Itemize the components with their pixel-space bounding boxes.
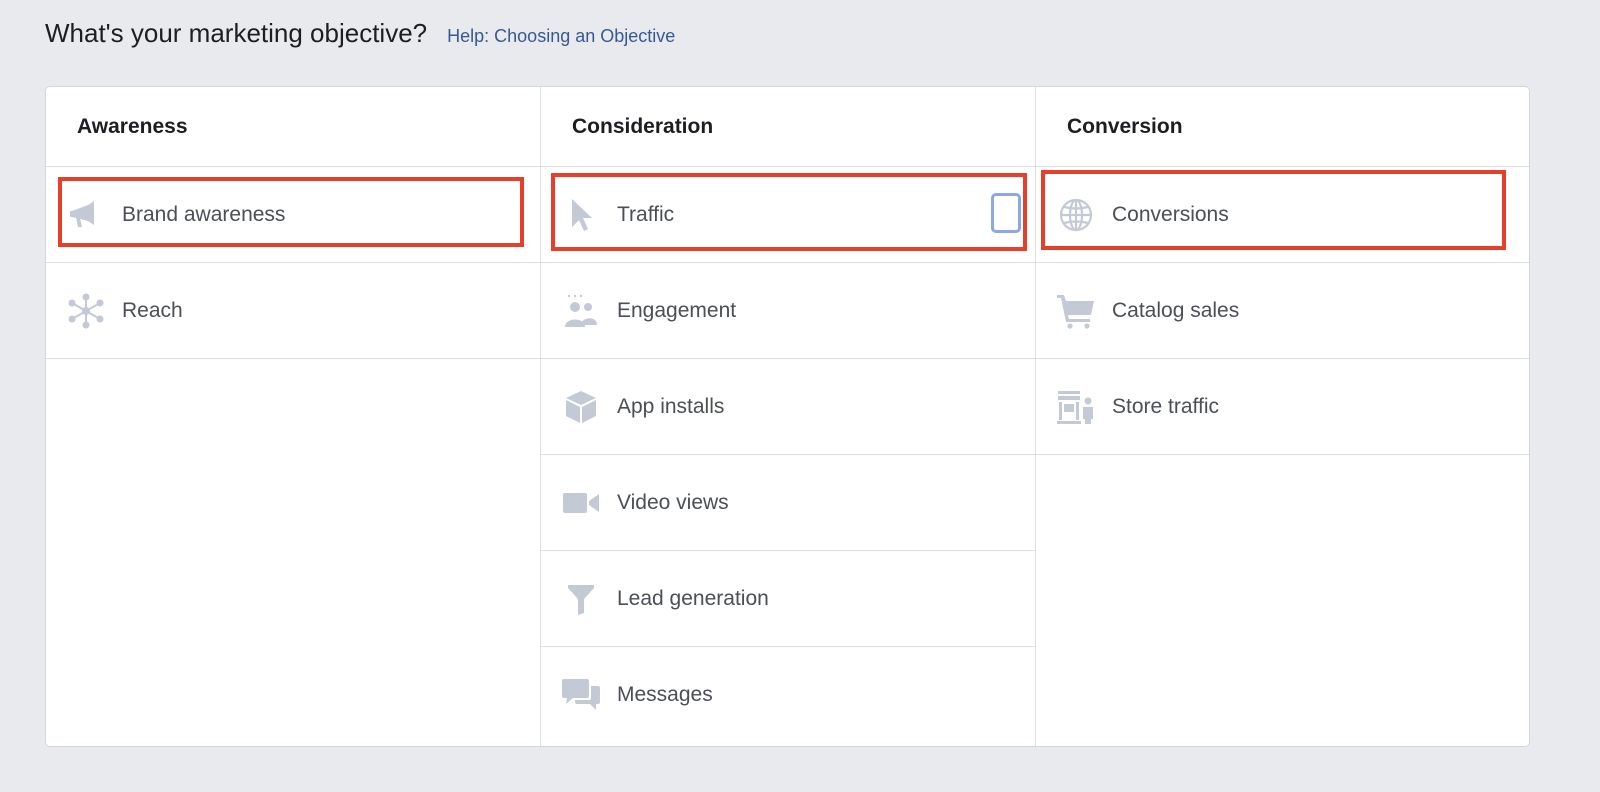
column-header-conversion: Conversion xyxy=(1036,87,1529,167)
chat-bubbles-icon xyxy=(561,675,601,715)
option-label: Engagement xyxy=(617,298,737,322)
objective-panel: Awareness Brand awareness Reach Consider… xyxy=(45,86,1530,747)
option-label: Store traffic xyxy=(1112,394,1219,418)
column-header-consideration: Consideration xyxy=(541,87,1035,167)
option-catalog-sales[interactable]: Catalog sales xyxy=(1036,263,1529,359)
focus-indicator xyxy=(991,193,1021,233)
option-label: Reach xyxy=(122,298,183,322)
option-label: Messages xyxy=(617,683,713,706)
option-label: Brand awareness xyxy=(122,202,286,226)
box-icon xyxy=(561,387,601,427)
option-engagement[interactable]: Engagement xyxy=(541,263,1035,359)
globe-icon xyxy=(1056,195,1096,235)
column-conversion: Conversion Conversions Catalog sales Sto… xyxy=(1036,87,1529,746)
column-awareness: Awareness Brand awareness Reach xyxy=(46,87,541,746)
reach-network-icon xyxy=(66,291,106,331)
column-consideration: Consideration Traffic Engagement App ins… xyxy=(541,87,1036,746)
shopping-cart-icon xyxy=(1056,291,1096,331)
option-lead-generation[interactable]: Lead generation xyxy=(541,551,1035,647)
help-link[interactable]: Help: Choosing an Objective xyxy=(447,26,675,47)
cursor-icon xyxy=(561,195,601,235)
option-label: Traffic xyxy=(617,202,675,226)
option-brand-awareness[interactable]: Brand awareness xyxy=(46,167,540,263)
option-store-traffic[interactable]: Store traffic xyxy=(1036,359,1529,455)
option-label: Video views xyxy=(617,490,729,514)
funnel-icon xyxy=(561,579,601,619)
option-label: App installs xyxy=(617,394,725,418)
option-messages[interactable]: Messages xyxy=(541,647,1035,743)
megaphone-icon xyxy=(66,195,106,235)
option-label: Conversions xyxy=(1112,202,1229,226)
option-video-views[interactable]: Video views xyxy=(541,455,1035,551)
video-camera-icon xyxy=(561,483,601,523)
option-traffic[interactable]: Traffic xyxy=(541,167,1035,263)
option-label: Catalog sales xyxy=(1112,298,1240,322)
page-title: What's your marketing objective? xyxy=(45,18,428,48)
storefront-icon xyxy=(1056,387,1096,427)
people-icon xyxy=(561,291,601,331)
option-conversions[interactable]: Conversions xyxy=(1036,167,1529,263)
option-app-installs[interactable]: App installs xyxy=(541,359,1035,455)
option-reach[interactable]: Reach xyxy=(46,263,540,359)
option-label: Lead generation xyxy=(617,586,769,610)
page-header: What's your marketing objective? Help: C… xyxy=(45,18,675,49)
column-header-awareness: Awareness xyxy=(46,87,540,167)
